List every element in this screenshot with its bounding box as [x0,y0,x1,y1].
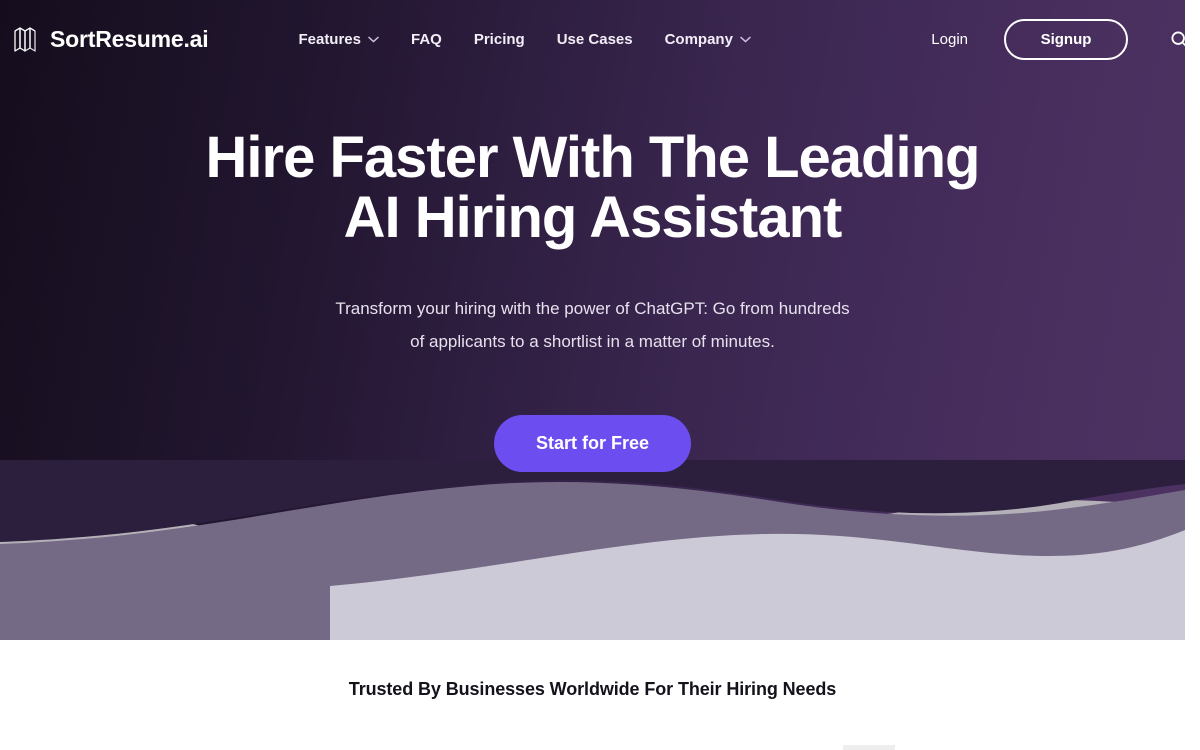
cta-container: Start for Free [0,415,1185,472]
nav-item-label: FAQ [411,30,442,48]
nav-links-group: Features FAQ Pricing Use Cases Company [282,21,766,58]
start-for-free-button[interactable]: Start for Free [493,415,692,472]
page-content: SortResume.ai Features FAQ Pricing Use C… [0,0,1185,750]
brand-name: SortResume.ai [50,25,209,52]
main-navigation: SortResume.ai Features FAQ Pricing Use C… [0,0,1185,78]
nav-item-faq[interactable]: FAQ [395,21,458,58]
stacked-pages-icon [14,27,36,52]
subtitle-line-1: Transform your hiring with the power of … [335,299,850,318]
client-logo-strip [0,745,1185,750]
signup-button[interactable]: Signup [1004,18,1128,60]
headline-line-2: AI Hiring Assistant [343,185,843,250]
browser-viewport: SortResume.ai Features FAQ Pricing Use C… [0,0,1200,750]
search-icon [1170,30,1185,47]
brand-logo-link[interactable]: SortResume.ai [12,24,209,54]
search-button[interactable] [1167,27,1185,51]
nav-item-label: Use Cases [556,30,633,48]
nav-actions-group: Login Signup [927,0,1185,78]
hero-copy: Hire Faster With The Leading AI Hiring A… [0,128,1185,472]
trusted-section: Trusted By Businesses Worldwide For Thei… [0,640,1185,750]
hero-subtitle: Transform your hiring with the power of … [0,292,1185,358]
hero-section: SortResume.ai Features FAQ Pricing Use C… [0,0,1185,640]
chevron-down-icon [368,36,379,42]
client-logo-placeholder [843,745,895,750]
nav-item-features[interactable]: Features [282,21,395,58]
wave-decoration [0,460,1185,640]
nav-item-label: Features [298,30,361,48]
subtitle-line-2: of applicants to a shortlist in a matter… [410,332,775,351]
nav-item-label: Company [664,30,733,48]
login-link[interactable]: Login [927,23,972,56]
chevron-down-icon [740,36,751,42]
nav-item-pricing[interactable]: Pricing [458,21,541,58]
nav-item-label: Pricing [473,30,525,48]
trusted-heading: Trusted By Businesses Worldwide For Thei… [348,679,837,699]
nav-item-company[interactable]: Company [649,21,767,58]
scrollbar-gutter[interactable] [1185,0,1200,750]
page-title: Hire Faster With The Leading AI Hiring A… [0,128,1185,248]
headline-line-1: Hire Faster With The Leading [205,125,981,190]
nav-item-use-cases[interactable]: Use Cases [541,21,649,58]
